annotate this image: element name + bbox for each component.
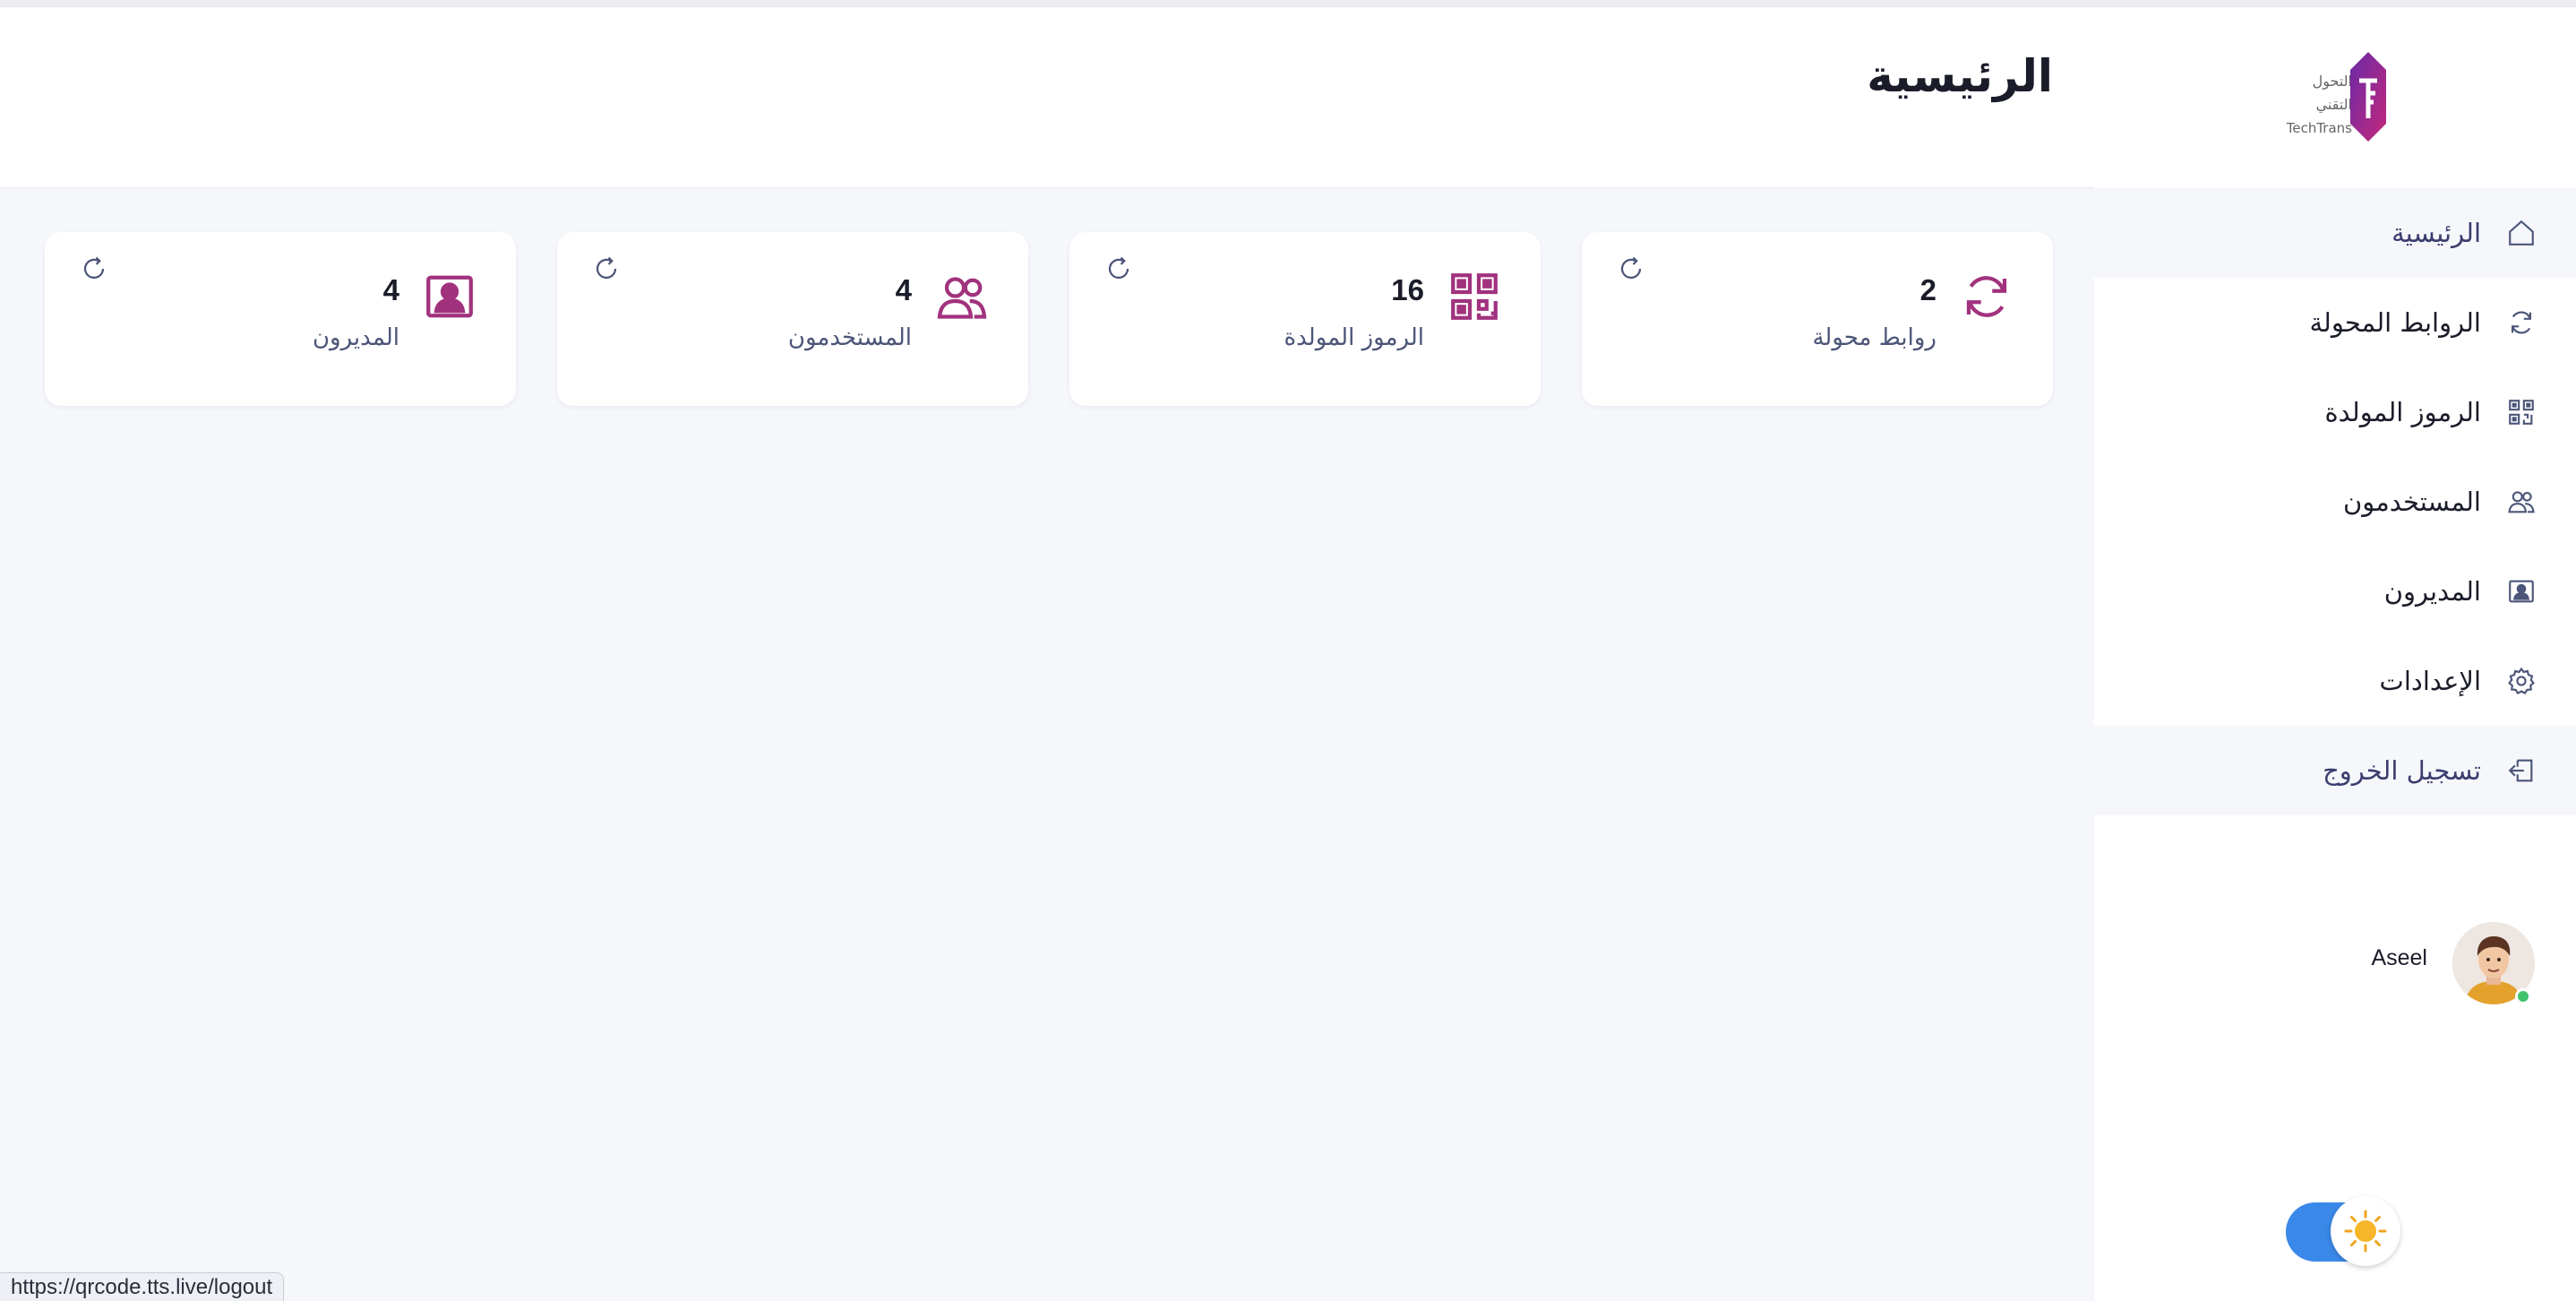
sync-icon [2512, 311, 2531, 334]
sidebar-item-admins[interactable]: المديرون [2094, 547, 2576, 636]
sidebar-nav: الرئيسية الروابط المحولة الرموز المولدة … [2094, 188, 2576, 815]
refresh-icon[interactable] [81, 255, 107, 282]
stat-card-generated-codes[interactable]: 16 الرموز المولدة [1069, 232, 1541, 406]
sidebar-item-label: الإعدادات [2379, 666, 2481, 696]
sidebar-item-label: الرموز المولدة [2324, 397, 2481, 427]
logo-text-ar: التحول التقني [2312, 73, 2352, 113]
sidebar-item-settings[interactable]: الإعدادات [2094, 636, 2576, 726]
sidebar-item-label: الرئيسية [2391, 218, 2481, 248]
logo-text-en: TechTrans [2286, 120, 2352, 136]
admin-icon [2509, 580, 2534, 603]
sidebar-item-generated-codes[interactable]: الرموز المولدة [2094, 367, 2576, 457]
home-icon [2509, 220, 2534, 246]
refresh-icon[interactable] [1618, 255, 1644, 282]
browser-top-line [0, 0, 2576, 7]
status-bar-url: https://qrcode.tts.live/logout [0, 1272, 285, 1301]
sidebar-item-converted-links[interactable]: الروابط المحولة [2094, 278, 2576, 367]
sidebar-item-label: الروابط المحولة [2309, 307, 2481, 338]
sidebar-item-users[interactable]: المستخدمون [2094, 457, 2576, 547]
logout-button[interactable]: تسجيل الخروج [2094, 726, 2576, 815]
sidebar: التحول التقني TechTrans الرئيسية الروابط… [2094, 7, 2576, 1301]
page-header: الرئيسية [0, 7, 2094, 188]
sync-icon [1966, 276, 2007, 317]
refresh-icon[interactable] [1105, 255, 1132, 282]
stat-card-users[interactable]: 4 المستخدمون [557, 232, 1028, 406]
logo-icon [2350, 52, 2386, 142]
logo-text: التحول التقني TechTrans [2280, 70, 2352, 140]
stat-value: 2 [1919, 273, 1936, 306]
toggle-knob [2331, 1196, 2400, 1266]
stat-label: الرموز المولدة [1284, 324, 1424, 351]
stat-label: المستخدمون [787, 324, 912, 351]
user-profile[interactable]: Aseel [2094, 917, 2576, 1006]
profile-name: Aseel [2371, 945, 2427, 970]
sidebar-item-label: المديرون [2383, 576, 2481, 607]
page-title: الرئيسية [1867, 50, 2053, 102]
refresh-icon[interactable] [593, 255, 620, 282]
gear-icon [2508, 667, 2535, 694]
stat-label: روابط محولة [1812, 324, 1936, 351]
sidebar-item-label: المستخدمون [2342, 487, 2481, 517]
admin-icon [426, 275, 473, 318]
theme-toggle[interactable] [2286, 1196, 2400, 1266]
qr-code-icon [2509, 400, 2534, 425]
sun-icon [2344, 1210, 2387, 1253]
stat-value: 4 [895, 273, 912, 306]
stat-label: المديرون [312, 324, 399, 351]
stat-card-admins[interactable]: 4 المديرون [45, 232, 516, 406]
stat-card-converted-links[interactable]: 2 روابط محولة [1582, 232, 2053, 406]
logo[interactable]: التحول التقني TechTrans [2282, 43, 2399, 151]
logout-icon [2508, 759, 2533, 782]
qr-code-icon [1451, 273, 1498, 320]
sidebar-item-home[interactable]: الرئيسية [2094, 188, 2576, 278]
stat-value: 16 [1391, 273, 1424, 306]
logout-label: تسجيل الخروج [2323, 755, 2481, 786]
users-icon [937, 277, 987, 319]
online-status-dot [2515, 988, 2531, 1004]
stat-value: 4 [382, 273, 399, 306]
users-icon [2508, 491, 2535, 513]
